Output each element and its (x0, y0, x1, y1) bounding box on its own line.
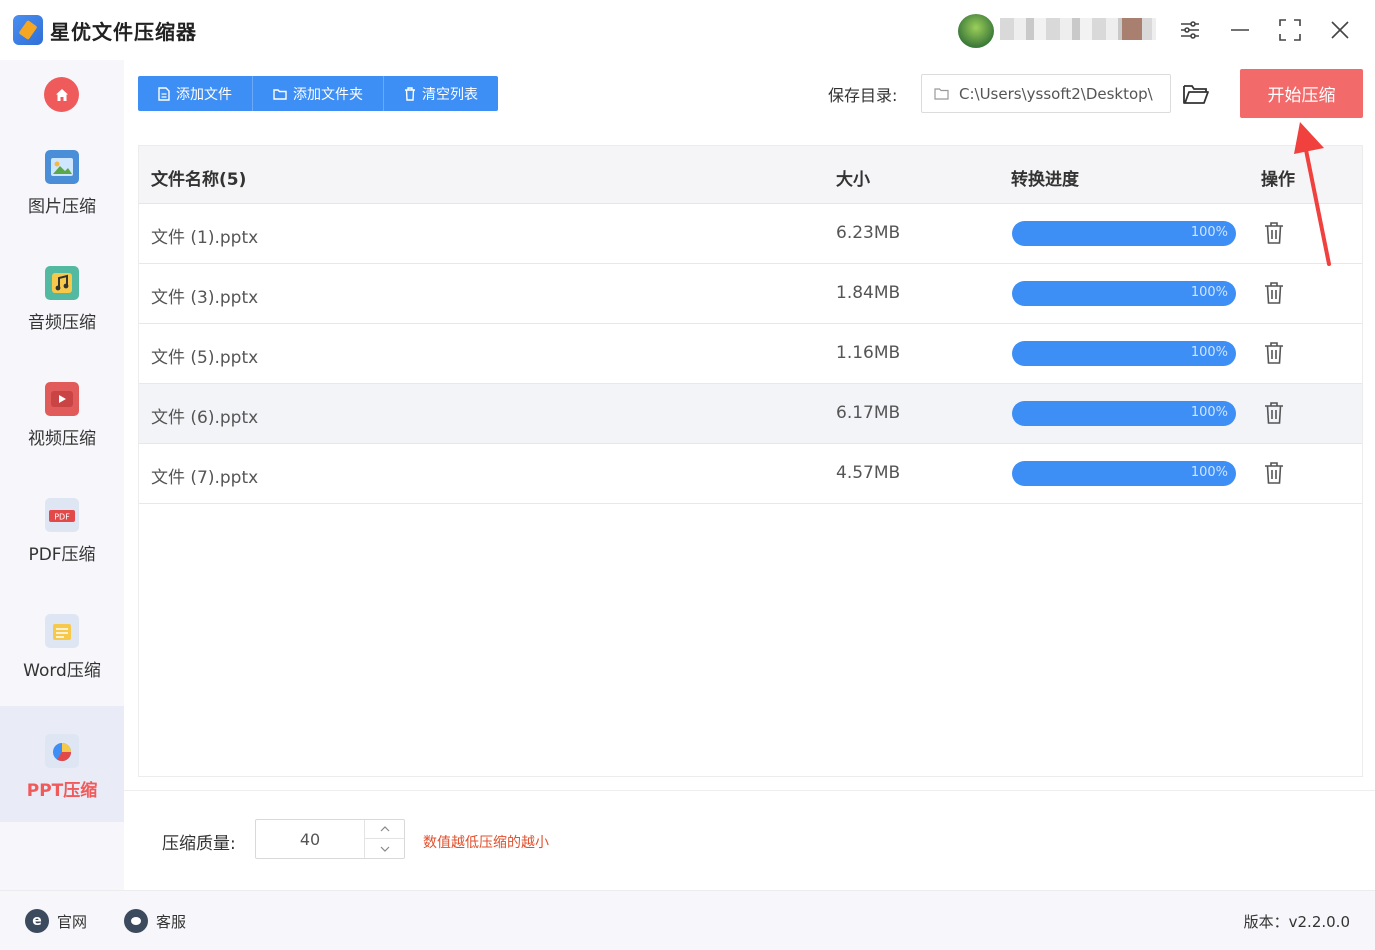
video-icon (45, 382, 79, 416)
settings-icon[interactable] (1175, 15, 1205, 45)
sidebar-item-label: 视频压缩 (28, 429, 96, 449)
word-icon (45, 614, 79, 648)
user-name-blurred[interactable] (1000, 18, 1156, 40)
svg-text:PDF: PDF (54, 513, 70, 522)
header-name: 文件名称(5) (151, 170, 247, 190)
sidebar-item-audio[interactable]: 音频压缩 (0, 238, 124, 354)
table-row[interactable]: 文件 (3).pptx 1.84MB 100% (139, 264, 1362, 324)
table-row[interactable]: 文件 (7).pptx 4.57MB 100% (139, 444, 1362, 504)
quality-input[interactable]: 40 (256, 820, 364, 858)
sidebar-item-label: 音频压缩 (28, 313, 96, 333)
quality-stepper[interactable]: 40 (255, 819, 405, 859)
file-size: 1.84MB (836, 283, 901, 303)
header-progress: 转换进度 (1011, 170, 1079, 190)
chevron-up-icon[interactable] (365, 820, 404, 839)
footer: e 官网 客服 版本：v2.2.0.0 (0, 890, 1375, 950)
chat-icon (124, 909, 148, 933)
progress-bar: 100% (1012, 461, 1236, 486)
progress-text: 100% (1190, 405, 1228, 420)
sidebar-item-label: PDF压缩 (28, 545, 96, 565)
file-icon (158, 86, 170, 101)
sidebar-item-video[interactable]: 视频压缩 (0, 354, 124, 470)
delete-icon[interactable] (1262, 220, 1286, 246)
app-title: 星优文件压缩器 (50, 20, 197, 44)
save-path-field[interactable]: C:\Users\yssoft2\Desktop\ (921, 74, 1171, 113)
clear-list-label: 清空列表 (422, 86, 478, 103)
close-icon[interactable] (1325, 15, 1355, 45)
add-folder-button[interactable]: 添加文件夹 (253, 76, 384, 111)
delete-icon[interactable] (1262, 460, 1286, 486)
user-avatar[interactable] (958, 14, 994, 48)
folder-icon (273, 88, 287, 100)
website-link[interactable]: e 官网 (25, 909, 87, 933)
add-file-label: 添加文件 (176, 86, 232, 103)
minimize-icon[interactable] (1225, 15, 1255, 45)
add-folder-label: 添加文件夹 (293, 86, 363, 103)
sidebar-item-label: PPT压缩 (26, 781, 98, 801)
browse-folder-icon[interactable] (1181, 80, 1211, 108)
title-bar: 星优文件压缩器 (0, 0, 1375, 60)
sidebar-item-label: 图片压缩 (28, 197, 96, 217)
sidebar-item-label: Word压缩 (23, 661, 101, 681)
maximize-icon[interactable] (1275, 15, 1305, 45)
home-icon[interactable] (44, 77, 79, 112)
progress-bar: 100% (1012, 401, 1236, 426)
header-size: 大小 (836, 170, 870, 190)
delete-icon[interactable] (1262, 400, 1286, 426)
table-header: 文件名称(5) 大小 转换进度 操作 (139, 146, 1362, 204)
file-size: 6.17MB (836, 403, 901, 423)
quality-hint: 数值越低压缩的越小 (423, 835, 549, 851)
website-label: 官网 (57, 912, 88, 931)
add-file-button[interactable]: 添加文件 (138, 76, 253, 111)
delete-icon[interactable] (1262, 280, 1286, 306)
folder-small-icon (934, 88, 949, 100)
start-compress-button[interactable]: 开始压缩 (1240, 69, 1363, 118)
progress-text: 100% (1190, 225, 1228, 240)
quality-label: 压缩质量: (162, 834, 236, 854)
pdf-icon: PDF (45, 498, 79, 532)
table-row[interactable]: 文件 (1).pptx 6.23MB 100% (139, 204, 1362, 264)
support-label: 客服 (156, 912, 187, 931)
file-table: 文件名称(5) 大小 转换进度 操作 文件 (1).pptx 6.23MB 10… (138, 145, 1363, 777)
annotation-arrow (1294, 122, 1331, 266)
version-text: 版本：v2.2.0.0 (1243, 913, 1350, 931)
save-path-value: C:\Users\yssoft2\Desktop\ (959, 84, 1153, 103)
progress-bar: 100% (1012, 341, 1236, 366)
sidebar-item-pdf[interactable]: PDF PDF压缩 (0, 470, 124, 586)
sidebar-item-ppt[interactable]: PPT压缩 (0, 706, 124, 822)
file-name: 文件 (6).pptx (151, 408, 259, 428)
progress-bar: 100% (1012, 221, 1236, 246)
support-link[interactable]: 客服 (124, 909, 186, 933)
image-icon (45, 150, 79, 184)
sidebar-item-image[interactable]: 图片压缩 (0, 122, 124, 238)
settings-panel: 压缩质量: 40 数值越低压缩的越小 (124, 790, 1375, 890)
progress-text: 100% (1190, 345, 1228, 360)
file-name: 文件 (1).pptx (151, 228, 259, 248)
progress-text: 100% (1190, 465, 1228, 480)
app-logo (13, 15, 43, 45)
sidebar-item-word[interactable]: Word压缩 (0, 586, 124, 702)
trash-icon (405, 86, 415, 101)
file-name: 文件 (7).pptx (151, 468, 259, 488)
progress-text: 100% (1190, 285, 1228, 300)
table-row[interactable]: 文件 (6).pptx 6.17MB 100% (139, 384, 1362, 444)
stepper-arrows (364, 820, 404, 858)
audio-icon (45, 266, 79, 300)
delete-icon[interactable] (1262, 340, 1286, 366)
website-icon: e (25, 909, 49, 933)
ppt-icon (45, 734, 79, 768)
table-row[interactable]: 文件 (5).pptx 1.16MB 100% (139, 324, 1362, 384)
chevron-down-icon[interactable] (365, 839, 404, 858)
clear-list-button[interactable]: 清空列表 (384, 76, 498, 111)
save-dir-label: 保存目录: (828, 86, 898, 105)
file-name: 文件 (5).pptx (151, 348, 259, 368)
sidebar: 图片压缩 音频压缩 视频压缩 PDF PDF压缩 Word压缩 PPT压缩 (0, 60, 124, 890)
file-size: 1.16MB (836, 343, 901, 363)
progress-bar: 100% (1012, 281, 1236, 306)
file-name: 文件 (3).pptx (151, 288, 259, 308)
file-size: 4.57MB (836, 463, 901, 483)
file-action-group: 添加文件 添加文件夹 清空列表 (138, 76, 498, 111)
file-size: 6.23MB (836, 223, 901, 243)
